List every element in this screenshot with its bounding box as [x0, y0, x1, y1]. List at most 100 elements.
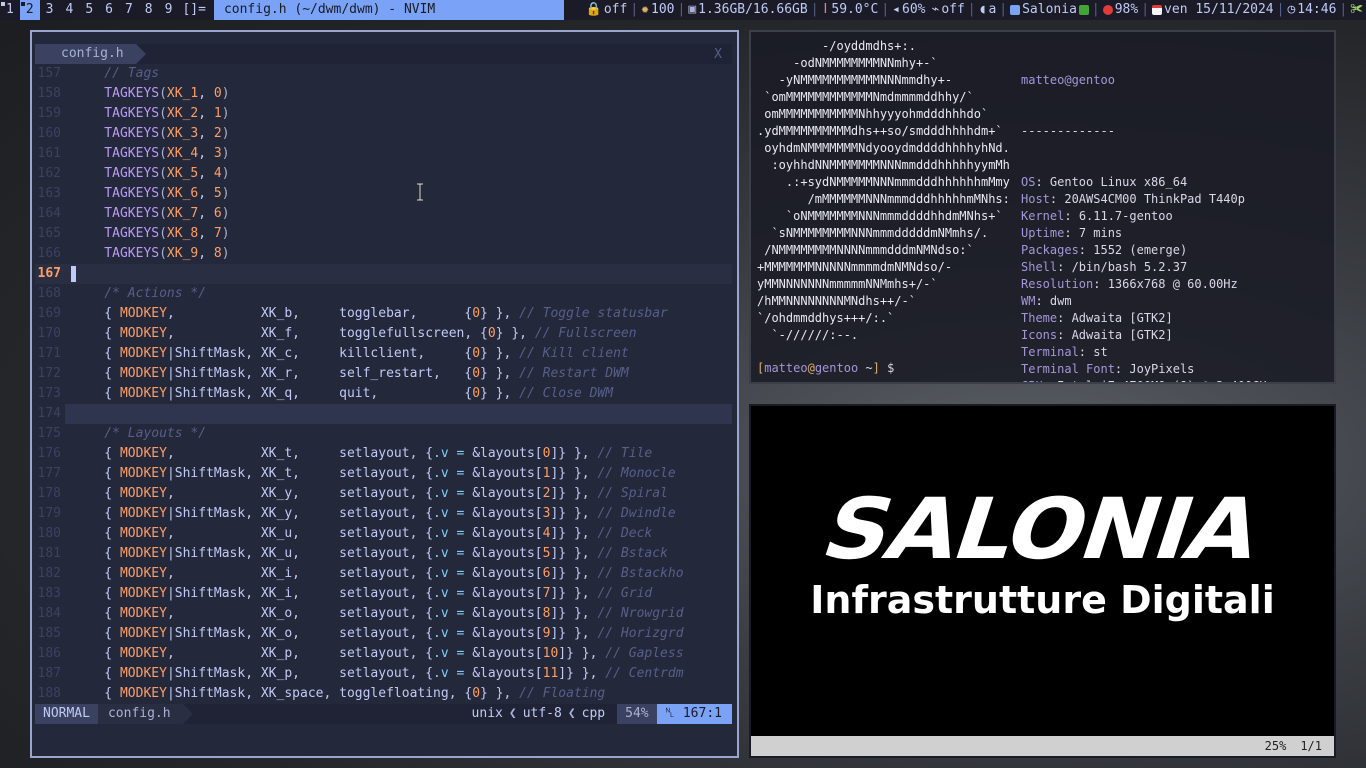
code-token: .v =: [433, 646, 473, 661]
code-line[interactable]: 158 TAGKEYS(XK_1, 0): [35, 84, 732, 104]
code-token: ): [221, 146, 230, 161]
code-line[interactable]: 175 /* Layouts */: [35, 424, 732, 444]
code-line[interactable]: 164 TAGKEYS(XK_7, 6): [35, 204, 732, 224]
info-key: Packages: [1021, 243, 1079, 257]
code-line[interactable]: 176 { MODKEY, XK_t, setlayout, {.v = &la…: [35, 444, 732, 464]
scissors-icon[interactable]: ✀: [1350, 0, 1363, 20]
code-line[interactable]: 178 { MODKEY, XK_y, setlayout, {.v = &la…: [35, 484, 732, 504]
code-line[interactable]: 159 TAGKEYS(XK_2, 1): [35, 104, 732, 124]
code-line[interactable]: 174: [35, 404, 732, 424]
tray[interactable]: ✀: [1347, 0, 1366, 20]
code-token: |ShiftMask, XK_p, setlayout, {: [166, 666, 434, 681]
code-token: // Bstackho: [597, 566, 684, 581]
code-token: .v =: [433, 626, 473, 641]
time-value: 14:46: [1297, 2, 1337, 17]
code-line[interactable]: 180 { MODKEY, XK_u, setlayout, {.v = &la…: [35, 524, 732, 544]
code-line[interactable]: 177 { MODKEY|ShiftMask, XK_t, setlayout,…: [35, 464, 732, 484]
code-token: } },: [480, 386, 520, 401]
line-number: 163: [37, 186, 61, 201]
info-row: OS: Gentoo Linux x86_64: [1021, 175, 1188, 189]
window-title[interactable]: config.h (~/dwm/dwm) - NVIM: [213, 0, 564, 20]
line-text: // Tags: [65, 64, 732, 84]
code-line[interactable]: 161 TAGKEYS(XK_4, 3): [35, 144, 732, 164]
terminal-window[interactable]: -/oyddmdhs+:. -odNMMMMMMMMNNmhy+-` -yNMM…: [749, 30, 1336, 384]
code-token: ]} },: [550, 446, 598, 461]
code-line[interactable]: 169 { MODKEY, XK_b, togglebar, {0} }, //…: [35, 304, 732, 324]
user-host: matteo@gentoo: [1021, 73, 1115, 87]
filetype: cpp: [581, 706, 606, 721]
code-token: {: [73, 306, 120, 321]
line-text: { MODKEY|ShiftMask, XK_t, setlayout, {.v…: [65, 464, 732, 484]
code-token: {: [73, 526, 120, 541]
line-text: { MODKEY|ShiftMask, XK_o, setlayout, {.v…: [65, 624, 732, 644]
code-line[interactable]: 182 { MODKEY, XK_i, setlayout, {.v = &la…: [35, 564, 732, 584]
tag-5[interactable]: 5: [79, 0, 99, 20]
code-line[interactable]: 160 TAGKEYS(XK_3, 2): [35, 124, 732, 144]
code-token: XK_8: [166, 226, 199, 241]
code-token: 10: [542, 646, 559, 661]
tag-4[interactable]: 4: [59, 0, 79, 20]
tag-8[interactable]: 8: [139, 0, 159, 20]
code-line[interactable]: 166 TAGKEYS(XK_9, 8): [35, 244, 732, 264]
tag-6[interactable]: 6: [99, 0, 119, 20]
shell-prompt[interactable]: [matteo@gentoo ~] $: [757, 360, 894, 377]
tag-3[interactable]: 3: [40, 0, 60, 20]
code-line[interactable]: 181 { MODKEY|ShiftMask, XK_u, setlayout,…: [35, 544, 732, 564]
code-token: &layouts[: [472, 606, 543, 621]
code-line[interactable]: 186 { MODKEY, XK_p, setlayout, {.v = &la…: [35, 644, 732, 664]
info-row: Packages: 1552 (emerge): [1021, 243, 1188, 257]
line-text: /* Actions */: [65, 284, 732, 304]
code-token: MODKEY: [119, 586, 167, 601]
image-viewer-window[interactable]: SALONIA Infrastrutture Digitali 25% 1/1: [749, 404, 1336, 758]
code-line[interactable]: 167: [35, 264, 732, 284]
code-line[interactable]: 188 { MODKEY|ShiftMask, XK_space, toggle…: [35, 684, 732, 704]
line-number-icon: ␤: [664, 706, 683, 721]
wifi-status[interactable]: Salonia: [1007, 0, 1092, 20]
line-number: 175: [37, 426, 61, 441]
gentoo-ascii-logo: -/oyddmdhs+:. -odNMMMMMMMMNNmhy+-` -yNMM…: [757, 38, 1010, 344]
code-line[interactable]: 184 { MODKEY, XK_o, setlayout, {.v = &la…: [35, 604, 732, 624]
code-line[interactable]: 187 { MODKEY|ShiftMask, XK_p, setlayout,…: [35, 664, 732, 684]
code-line[interactable]: 170 { MODKEY, XK_f, togglefullscreen, {0…: [35, 324, 732, 344]
nvim-window[interactable]: config.h X 157 // Tags 158 TAGKEYS(XK_1, …: [30, 30, 739, 758]
tag-2[interactable]: 2: [19, 0, 40, 20]
code-editor[interactable]: 157 // Tags 158 TAGKEYS(XK_1, 0) 159 TAGKE…: [35, 64, 732, 712]
code-line[interactable]: 172 { MODKEY|ShiftMask, XK_r, self_resta…: [35, 364, 732, 384]
code-token: ]} },: [558, 646, 606, 661]
code-line[interactable]: 168 /* Actions */: [35, 284, 732, 304]
chevron-left-icon: ❮: [567, 706, 576, 721]
info-key: Uptime: [1021, 226, 1065, 240]
code-token: ]} },: [550, 606, 598, 621]
ascii-line: /hMMNNNNNNNNMNdhs++/-`: [757, 294, 916, 308]
code-token: |ShiftMask, XK_space, togglefloating, {: [166, 686, 473, 701]
code-line[interactable]: 185 { MODKEY|ShiftMask, XK_o, setlayout,…: [35, 624, 732, 644]
tag-7[interactable]: 7: [119, 0, 139, 20]
code-token: ,: [198, 226, 214, 241]
mic-status[interactable]: ⌁ off: [928, 0, 967, 20]
code-line[interactable]: 179 { MODKEY|ShiftMask, XK_y, setlayout,…: [35, 504, 732, 524]
code-line[interactable]: 171 { MODKEY|ShiftMask, XK_c, killclient…: [35, 344, 732, 364]
date-value: ven 15/11/2024: [1164, 2, 1274, 17]
code-line[interactable]: 183 { MODKEY|ShiftMask, XK_i, setlayout,…: [35, 584, 732, 604]
code-token: ]} },: [550, 526, 598, 541]
close-buffer-button[interactable]: X: [714, 47, 732, 62]
date-status[interactable]: ven 15/11/2024: [1149, 0, 1277, 20]
memory-value: 1.36GB/16.66GB: [698, 2, 808, 17]
cursor-position-value: 167:1: [682, 706, 722, 721]
code-token: |ShiftMask, XK_c, killclient, {: [166, 346, 473, 361]
code-token: ,: [198, 146, 214, 161]
code-line[interactable]: 165 TAGKEYS(XK_8, 7): [35, 224, 732, 244]
code-line[interactable]: 162 TAGKEYS(XK_5, 4): [35, 164, 732, 184]
lock-status: 🔒 off: [583, 0, 631, 20]
buffer-tab-config-h[interactable]: config.h: [35, 44, 146, 64]
code-line[interactable]: 173 { MODKEY|ShiftMask, XK_q, quit, {0} …: [35, 384, 732, 404]
code-line[interactable]: 163 TAGKEYS(XK_6, 5): [35, 184, 732, 204]
tag-9[interactable]: 9: [159, 0, 179, 20]
volume-status[interactable]: ◂ 60%: [889, 0, 928, 20]
bluetooth-status[interactable]: ◖ a: [976, 0, 1000, 20]
line-number: 171: [37, 346, 61, 361]
tag-1[interactable]: 1: [0, 0, 20, 20]
layout-indicator[interactable]: []=: [178, 0, 213, 20]
code-token: {: [73, 566, 120, 581]
code-line[interactable]: 157 // Tags: [35, 64, 732, 84]
